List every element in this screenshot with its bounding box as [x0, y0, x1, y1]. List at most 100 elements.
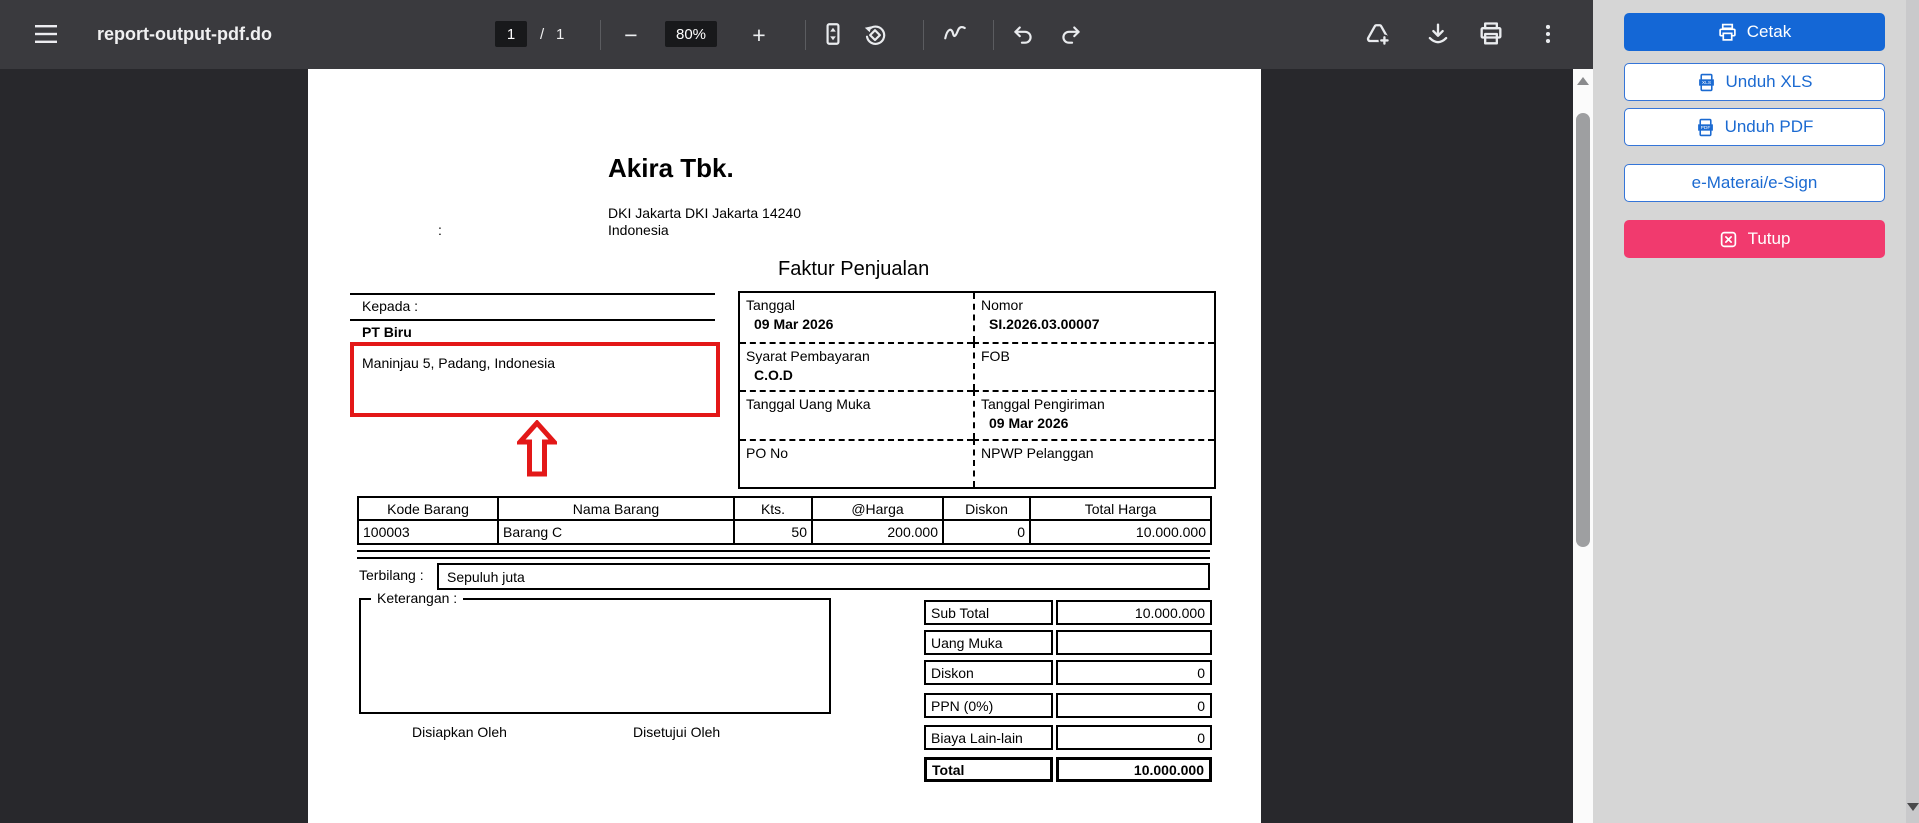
zoom-in-button[interactable]: + [744, 20, 774, 50]
keterangan-label: Keterangan : [371, 590, 464, 606]
toolbar-separator [805, 20, 806, 50]
red-up-arrow [517, 420, 557, 477]
invoice-info-table: Tanggal 09 Mar 2026 Nomor SI.2026.03.000… [738, 291, 1216, 489]
sidebar-scrollbar[interactable] [1906, 0, 1919, 823]
total-row-label: Sub Total [924, 600, 1053, 625]
info-value: SI.2026.03.00007 [989, 316, 1100, 332]
item-qty: 50 [733, 519, 813, 545]
total-row-value: 0 [1056, 725, 1212, 750]
save-to-drive-button[interactable] [1362, 18, 1394, 50]
info-label: Nomor [981, 297, 1024, 313]
info-cell-tanggal: Tanggal 09 Mar 2026 [740, 293, 973, 342]
unduh-xls-label: Unduh XLS [1725, 72, 1813, 91]
company-name: Akira Tbk. [608, 153, 734, 183]
total-row-label: Diskon [924, 660, 1053, 685]
company-address-line2: Indonesia [608, 222, 669, 238]
item-total: 10.000.000 [1029, 519, 1212, 545]
info-value: 09 Mar 2026 [754, 316, 834, 332]
cetak-label: Cetak [1746, 22, 1792, 41]
annotate-button[interactable] [940, 19, 970, 49]
menu-button[interactable] [32, 20, 60, 48]
cetak-button[interactable]: Cetak [1624, 13, 1885, 51]
document-type-title: Faktur Penjualan [778, 258, 930, 280]
download-button[interactable] [1422, 18, 1454, 50]
signature-right-label: Disetujui Oleh [633, 724, 721, 740]
info-cell-fob: FOB [973, 341, 1214, 390]
rotate-button[interactable] [860, 19, 890, 49]
unduh-xls-button[interactable]: XLS Unduh XLS [1624, 63, 1885, 101]
e-materai-button[interactable]: e-Materai/e-Sign [1624, 164, 1885, 202]
info-label: Tanggal Uang Muka [746, 396, 871, 412]
more-options-button[interactable] [1532, 18, 1564, 50]
col-header: Kode Barang [357, 496, 499, 521]
customer-name: PT Biru [362, 324, 412, 340]
items-table: Kode Barang Nama Barang Kts. @Harga Disk… [357, 496, 1212, 545]
items-data-row: 100003 Barang C 50 200.000 0 10.000.000 [357, 519, 1212, 545]
zoom-level-input[interactable]: 80% [665, 21, 717, 47]
undo-button[interactable] [1008, 19, 1038, 49]
info-label: Syarat Pembayaran [746, 347, 870, 364]
fit-page-icon [826, 23, 840, 45]
total-row-label: Biaya Lain-lain [924, 725, 1053, 750]
pdf-scrollbar-thumb[interactable] [1576, 113, 1590, 547]
redo-icon [1062, 26, 1080, 44]
info-cell-pengiriman: Tanggal Pengiriman 09 Mar 2026 [973, 390, 1214, 439]
info-label: Tanggal [746, 297, 796, 313]
pdf-file-icon: PDF [1697, 118, 1713, 136]
company-address-line1: DKI Jakarta DKI Jakarta 14240 [608, 205, 801, 221]
item-code: 100003 [357, 519, 499, 545]
grand-total-label: Total [924, 757, 1053, 782]
info-value: 09 Mar 2026 [989, 415, 1069, 431]
tutup-button[interactable]: Tutup [1624, 220, 1885, 258]
info-label: NPWP Pelanggan [981, 444, 1094, 461]
redo-button[interactable] [1056, 19, 1086, 49]
items-header-row: Kode Barang Nama Barang Kts. @Harga Disk… [357, 496, 1212, 521]
col-header: Nama Barang [497, 496, 735, 521]
address-colon: : [438, 222, 442, 238]
item-name: Barang C [497, 519, 735, 545]
scroll-up-icon[interactable] [1577, 77, 1589, 85]
info-label: PO No [746, 444, 789, 461]
info-cell-uang-muka: Tanggal Uang Muka [740, 390, 973, 439]
info-label: Tanggal Pengiriman [981, 396, 1105, 412]
document-title: report-output-pdf.do [97, 24, 272, 44]
page-number-input[interactable]: 1 [495, 21, 527, 47]
unduh-pdf-label: Unduh PDF [1724, 117, 1814, 136]
scroll-down-icon[interactable] [1906, 803, 1919, 811]
pdf-scrollbar[interactable] [1573, 69, 1593, 823]
unduh-pdf-button[interactable]: PDF Unduh PDF [1624, 108, 1885, 146]
kepada-label: Kepada : [362, 298, 419, 314]
kepada-bottom-rule [350, 319, 715, 321]
download-icon [1428, 23, 1448, 44]
pdf-toolbar: report-output-pdf.do 1 / 1 − 80% + [0, 0, 1593, 69]
print-button[interactable] [1475, 18, 1507, 50]
col-header: Diskon [942, 496, 1031, 521]
grand-total-value: 10.000.000 [1056, 757, 1212, 782]
terbilang-value: Sepuluh juta [447, 568, 525, 585]
toolbar-separator [600, 20, 601, 50]
fit-page-button[interactable] [818, 19, 848, 49]
terbilang-label: Terbilang : [359, 567, 424, 583]
e-materai-label: e-Materai/e-Sign [1691, 173, 1818, 192]
item-discount: 0 [942, 519, 1031, 545]
minus-icon: − [624, 21, 638, 48]
item-price: 200.000 [811, 519, 944, 545]
close-box-icon [1720, 231, 1736, 247]
print-icon [1480, 22, 1502, 45]
info-cell-nomor: Nomor SI.2026.03.00007 [973, 293, 1214, 342]
col-header: Kts. [733, 496, 813, 521]
zoom-out-button[interactable]: − [616, 20, 646, 50]
keterangan-box: Keterangan : [359, 590, 831, 714]
pdf-page: Akira Tbk. : DKI Jakarta DKI Jakarta 142… [308, 69, 1261, 823]
total-row-label: PPN (0%) [924, 693, 1053, 718]
info-cell-npwp: NPWP Pelanggan [973, 438, 1214, 487]
col-header: Total Harga [1029, 496, 1212, 521]
col-header: @Harga [811, 496, 944, 521]
info-cell-po-no: PO No [740, 438, 973, 488]
more-vert-icon [1545, 24, 1551, 44]
printer-icon [1719, 23, 1736, 41]
page-count: 1 [556, 26, 565, 43]
tutup-label: Tutup [1747, 229, 1791, 248]
toolbar-separator [923, 20, 924, 50]
double-rule [357, 550, 1210, 559]
